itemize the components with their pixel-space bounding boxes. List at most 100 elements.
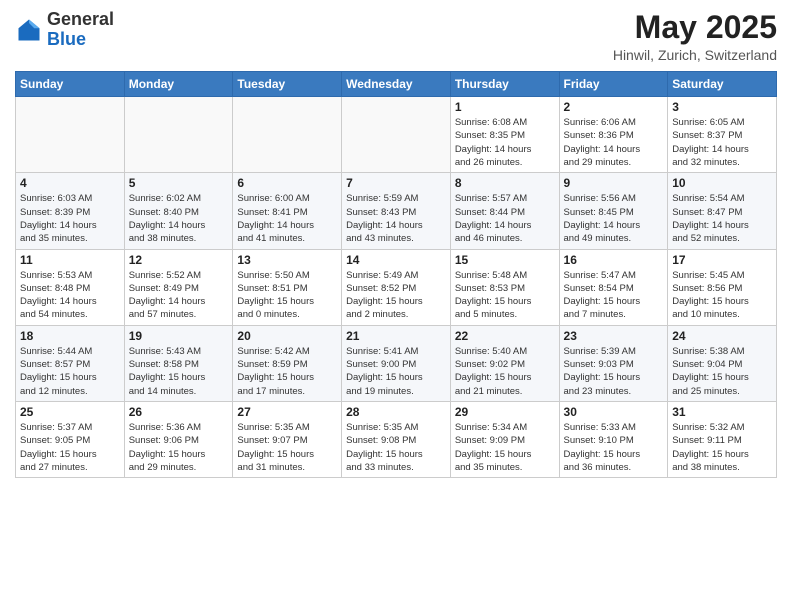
day-info: Sunrise: 5:38 AM Sunset: 9:04 PM Dayligh… — [672, 345, 772, 398]
day-info: Sunrise: 5:53 AM Sunset: 8:48 PM Dayligh… — [20, 269, 120, 322]
logo: General Blue — [15, 10, 114, 50]
day-number: 4 — [20, 176, 120, 190]
day-info: Sunrise: 6:00 AM Sunset: 8:41 PM Dayligh… — [237, 192, 337, 245]
day-number: 23 — [564, 329, 664, 343]
calendar-cell: 29 Sunrise: 5:34 AM Sunset: 9:09 PM Dayli… — [450, 401, 559, 477]
calendar-cell: 28 Sunrise: 5:35 AM Sunset: 9:08 PM Dayli… — [342, 401, 451, 477]
calendar-cell: 9 Sunrise: 5:56 AM Sunset: 8:45 PM Daylig… — [559, 173, 668, 249]
day-number: 27 — [237, 405, 337, 419]
calendar-cell: 26 Sunrise: 5:36 AM Sunset: 9:06 PM Dayli… — [124, 401, 233, 477]
calendar-table: SundayMondayTuesdayWednesdayThursdayFrid… — [15, 71, 777, 478]
day-number: 17 — [672, 253, 772, 267]
calendar-cell: 8Sunrise: 5:57 AM Sunset: 8:44 PM Daylig… — [450, 173, 559, 249]
day-info: Sunrise: 5:36 AM Sunset: 9:06 PM Dayligh… — [129, 421, 229, 474]
col-header-friday: Friday — [559, 72, 668, 97]
day-info: Sunrise: 5:32 AM Sunset: 9:11 PM Dayligh… — [672, 421, 772, 474]
day-info: Sunrise: 5:37 AM Sunset: 9:05 PM Dayligh… — [20, 421, 120, 474]
day-number: 20 — [237, 329, 337, 343]
day-info: Sunrise: 6:03 AM Sunset: 8:39 PM Dayligh… — [20, 192, 120, 245]
day-info: Sunrise: 6:08 AM Sunset: 8:35 PM Dayligh… — [455, 116, 555, 169]
calendar-cell: 30 Sunrise: 5:33 AM Sunset: 9:10 PM Dayli… — [559, 401, 668, 477]
day-number: 19 — [129, 329, 229, 343]
day-info: Sunrise: 5:47 AM Sunset: 8:54 PM Dayligh… — [564, 269, 664, 322]
calendar-week-row: 11 Sunrise: 5:53 AM Sunset: 8:48 PM Dayli… — [16, 249, 777, 325]
calendar-cell — [16, 97, 125, 173]
day-info: Sunrise: 5:49 AM Sunset: 8:52 PM Dayligh… — [346, 269, 446, 322]
day-number: 31 — [672, 405, 772, 419]
calendar-cell: 19 Sunrise: 5:43 AM Sunset: 8:58 PM Dayli… — [124, 325, 233, 401]
day-number: 29 — [455, 405, 555, 419]
day-number: 9 — [564, 176, 664, 190]
day-info: Sunrise: 6:02 AM Sunset: 8:40 PM Dayligh… — [129, 192, 229, 245]
day-number: 26 — [129, 405, 229, 419]
day-number: 10 — [672, 176, 772, 190]
calendar-week-row: 1 Sunrise: 6:08 AM Sunset: 8:35 PM Daylig… — [16, 97, 777, 173]
calendar-cell: 17 Sunrise: 5:45 AM Sunset: 8:56 PM Dayli… — [668, 249, 777, 325]
col-header-saturday: Saturday — [668, 72, 777, 97]
header: General Blue May 2025 Hinwil, Zurich, Sw… — [15, 10, 777, 63]
calendar-cell: 7Sunrise: 5:59 AM Sunset: 8:43 PM Daylig… — [342, 173, 451, 249]
calendar-cell: 10 Sunrise: 5:54 AM Sunset: 8:47 PM Dayli… — [668, 173, 777, 249]
calendar-header-row: SundayMondayTuesdayWednesdayThursdayFrid… — [16, 72, 777, 97]
day-number: 5 — [129, 176, 229, 190]
col-header-wednesday: Wednesday — [342, 72, 451, 97]
col-header-thursday: Thursday — [450, 72, 559, 97]
col-header-sunday: Sunday — [16, 72, 125, 97]
calendar-week-row: 18 Sunrise: 5:44 AM Sunset: 8:57 PM Dayli… — [16, 325, 777, 401]
day-number: 13 — [237, 253, 337, 267]
calendar-cell: 20 Sunrise: 5:42 AM Sunset: 8:59 PM Dayli… — [233, 325, 342, 401]
calendar-week-row: 25 Sunrise: 5:37 AM Sunset: 9:05 PM Dayli… — [16, 401, 777, 477]
day-number: 18 — [20, 329, 120, 343]
day-number: 24 — [672, 329, 772, 343]
calendar-cell — [342, 97, 451, 173]
day-info: Sunrise: 5:50 AM Sunset: 8:51 PM Dayligh… — [237, 269, 337, 322]
calendar-cell: 13 Sunrise: 5:50 AM Sunset: 8:51 PM Dayli… — [233, 249, 342, 325]
day-info: Sunrise: 5:56 AM Sunset: 8:45 PM Dayligh… — [564, 192, 664, 245]
day-number: 30 — [564, 405, 664, 419]
day-info: Sunrise: 5:59 AM Sunset: 8:43 PM Dayligh… — [346, 192, 446, 245]
calendar-cell: 4 Sunrise: 6:03 AM Sunset: 8:39 PM Daylig… — [16, 173, 125, 249]
day-number: 15 — [455, 253, 555, 267]
calendar-cell: 22 Sunrise: 5:40 AM Sunset: 9:02 PM Dayli… — [450, 325, 559, 401]
day-info: Sunrise: 5:33 AM Sunset: 9:10 PM Dayligh… — [564, 421, 664, 474]
calendar-cell: 21Sunrise: 5:41 AM Sunset: 9:00 PM Dayli… — [342, 325, 451, 401]
calendar-cell — [124, 97, 233, 173]
day-number: 25 — [20, 405, 120, 419]
calendar-cell: 6Sunrise: 6:00 AM Sunset: 8:41 PM Daylig… — [233, 173, 342, 249]
day-info: Sunrise: 5:52 AM Sunset: 8:49 PM Dayligh… — [129, 269, 229, 322]
day-info: Sunrise: 5:44 AM Sunset: 8:57 PM Dayligh… — [20, 345, 120, 398]
day-number: 11 — [20, 253, 120, 267]
day-info: Sunrise: 5:42 AM Sunset: 8:59 PM Dayligh… — [237, 345, 337, 398]
calendar-cell: 24 Sunrise: 5:38 AM Sunset: 9:04 PM Dayli… — [668, 325, 777, 401]
day-info: Sunrise: 5:43 AM Sunset: 8:58 PM Dayligh… — [129, 345, 229, 398]
day-info: Sunrise: 5:45 AM Sunset: 8:56 PM Dayligh… — [672, 269, 772, 322]
day-info: Sunrise: 5:34 AM Sunset: 9:09 PM Dayligh… — [455, 421, 555, 474]
calendar-cell: 15 Sunrise: 5:48 AM Sunset: 8:53 PM Dayli… — [450, 249, 559, 325]
day-number: 3 — [672, 100, 772, 114]
col-header-monday: Monday — [124, 72, 233, 97]
day-info: Sunrise: 5:35 AM Sunset: 9:08 PM Dayligh… — [346, 421, 446, 474]
month-title: May 2025 — [613, 10, 777, 45]
day-info: Sunrise: 5:40 AM Sunset: 9:02 PM Dayligh… — [455, 345, 555, 398]
calendar-cell: 5 Sunrise: 6:02 AM Sunset: 8:40 PM Daylig… — [124, 173, 233, 249]
logo-general-text: General — [47, 9, 114, 29]
calendar-week-row: 4 Sunrise: 6:03 AM Sunset: 8:39 PM Daylig… — [16, 173, 777, 249]
calendar-cell: 25 Sunrise: 5:37 AM Sunset: 9:05 PM Dayli… — [16, 401, 125, 477]
calendar-cell: 12Sunrise: 5:52 AM Sunset: 8:49 PM Dayli… — [124, 249, 233, 325]
calendar-cell: 11 Sunrise: 5:53 AM Sunset: 8:48 PM Dayli… — [16, 249, 125, 325]
day-info: Sunrise: 5:41 AM Sunset: 9:00 PM Dayligh… — [346, 345, 446, 398]
calendar-cell: 27Sunrise: 5:35 AM Sunset: 9:07 PM Dayli… — [233, 401, 342, 477]
day-number: 1 — [455, 100, 555, 114]
col-header-tuesday: Tuesday — [233, 72, 342, 97]
day-info: Sunrise: 6:05 AM Sunset: 8:37 PM Dayligh… — [672, 116, 772, 169]
day-info: Sunrise: 6:06 AM Sunset: 8:36 PM Dayligh… — [564, 116, 664, 169]
day-info: Sunrise: 5:48 AM Sunset: 8:53 PM Dayligh… — [455, 269, 555, 322]
day-number: 22 — [455, 329, 555, 343]
page: General Blue May 2025 Hinwil, Zurich, Sw… — [0, 0, 792, 493]
day-number: 2 — [564, 100, 664, 114]
day-number: 28 — [346, 405, 446, 419]
logo-blue-text: Blue — [47, 29, 86, 49]
day-number: 16 — [564, 253, 664, 267]
day-info: Sunrise: 5:54 AM Sunset: 8:47 PM Dayligh… — [672, 192, 772, 245]
logo-text: General Blue — [47, 10, 114, 50]
